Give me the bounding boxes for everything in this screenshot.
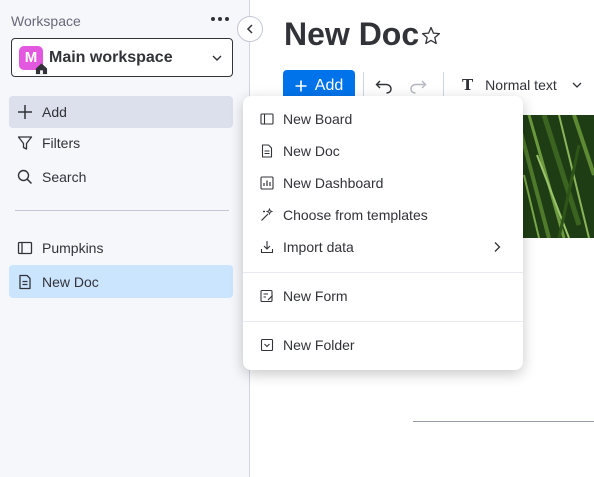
doc-divider-line xyxy=(413,421,594,422)
search-icon xyxy=(16,168,34,186)
filter-icon xyxy=(16,134,34,152)
board-icon xyxy=(260,112,274,126)
workspace-more-icon[interactable] xyxy=(209,8,231,30)
workspace-name: Main workspace xyxy=(49,48,173,66)
sidebar-item-label: Add xyxy=(42,104,67,120)
menu-divider xyxy=(243,321,523,322)
sidebar-item-search[interactable]: Search xyxy=(9,161,233,193)
menu-item-label: New Folder xyxy=(283,337,355,353)
plus-icon xyxy=(16,103,34,121)
redo-icon[interactable] xyxy=(408,76,428,96)
home-icon xyxy=(35,62,48,74)
chevron-right-icon xyxy=(494,242,501,252)
sidebar-item-label: Filters xyxy=(42,135,81,151)
menu-item-new-board[interactable]: New Board xyxy=(251,104,515,134)
sidebar-item-label: New Doc xyxy=(42,273,99,290)
sidebar-item-new-doc[interactable]: New Doc xyxy=(9,265,233,298)
toolbar-divider xyxy=(363,72,364,98)
doc-icon xyxy=(16,273,34,291)
workspace-selector[interactable]: M Main workspace xyxy=(11,38,233,77)
dashboard-icon xyxy=(260,176,274,190)
sidebar-item-add[interactable]: Add xyxy=(9,96,233,128)
menu-item-label: Choose from templates xyxy=(283,207,428,223)
sidebar-item-label: Search xyxy=(42,169,87,185)
menu-item-label: New Doc xyxy=(283,143,340,159)
collapse-sidebar-button[interactable] xyxy=(237,16,263,42)
menu-divider xyxy=(243,272,523,273)
sidebar-item-pumpkins[interactable]: Pumpkins xyxy=(9,232,233,264)
sidebar-item-filters[interactable]: Filters xyxy=(9,127,233,159)
menu-item-new-form[interactable]: New Form xyxy=(251,281,515,311)
workspace-avatar: M xyxy=(19,45,48,74)
workspace-label: Workspace xyxy=(11,13,81,29)
menu-item-new-doc[interactable]: New Doc xyxy=(251,136,515,166)
chevron-down-icon xyxy=(572,82,582,88)
add-dropdown-menu: New Board New Doc New Dashboard Choose f… xyxy=(243,96,523,370)
page-title[interactable]: New Doc xyxy=(284,16,419,53)
menu-item-label: New Dashboard xyxy=(283,175,384,191)
import-icon xyxy=(260,240,274,254)
menu-item-new-dashboard[interactable]: New Dashboard xyxy=(251,168,515,198)
text-type-dropdown[interactable]: T Normal text xyxy=(462,74,583,96)
magic-wand-icon xyxy=(260,208,274,222)
undo-icon[interactable] xyxy=(374,76,394,96)
text-type-label: Normal text xyxy=(485,77,557,93)
form-icon xyxy=(260,289,274,303)
menu-item-label: Import data xyxy=(283,239,354,255)
board-icon xyxy=(16,239,34,257)
add-button-label: Add xyxy=(314,77,344,94)
toolbar-divider xyxy=(443,72,444,98)
sidebar: Workspace M Main workspace Add Filters S xyxy=(0,0,250,477)
doc-image xyxy=(519,115,594,238)
plus-icon xyxy=(295,80,307,92)
menu-item-new-folder[interactable]: New Folder xyxy=(251,330,515,360)
text-type-icon: T xyxy=(462,76,474,94)
sidebar-item-label: Pumpkins xyxy=(42,240,104,256)
menu-item-choose-from-templates[interactable]: Choose from templates xyxy=(251,200,515,230)
chevron-down-icon xyxy=(212,55,222,61)
menu-item-import-data[interactable]: Import data xyxy=(251,232,515,262)
folder-icon xyxy=(260,338,274,352)
doc-icon xyxy=(260,144,274,158)
menu-item-label: New Form xyxy=(283,288,348,304)
star-icon[interactable] xyxy=(420,25,442,47)
menu-item-label: New Board xyxy=(283,111,353,127)
chevron-left-icon xyxy=(246,24,253,34)
sidebar-divider xyxy=(15,210,229,211)
